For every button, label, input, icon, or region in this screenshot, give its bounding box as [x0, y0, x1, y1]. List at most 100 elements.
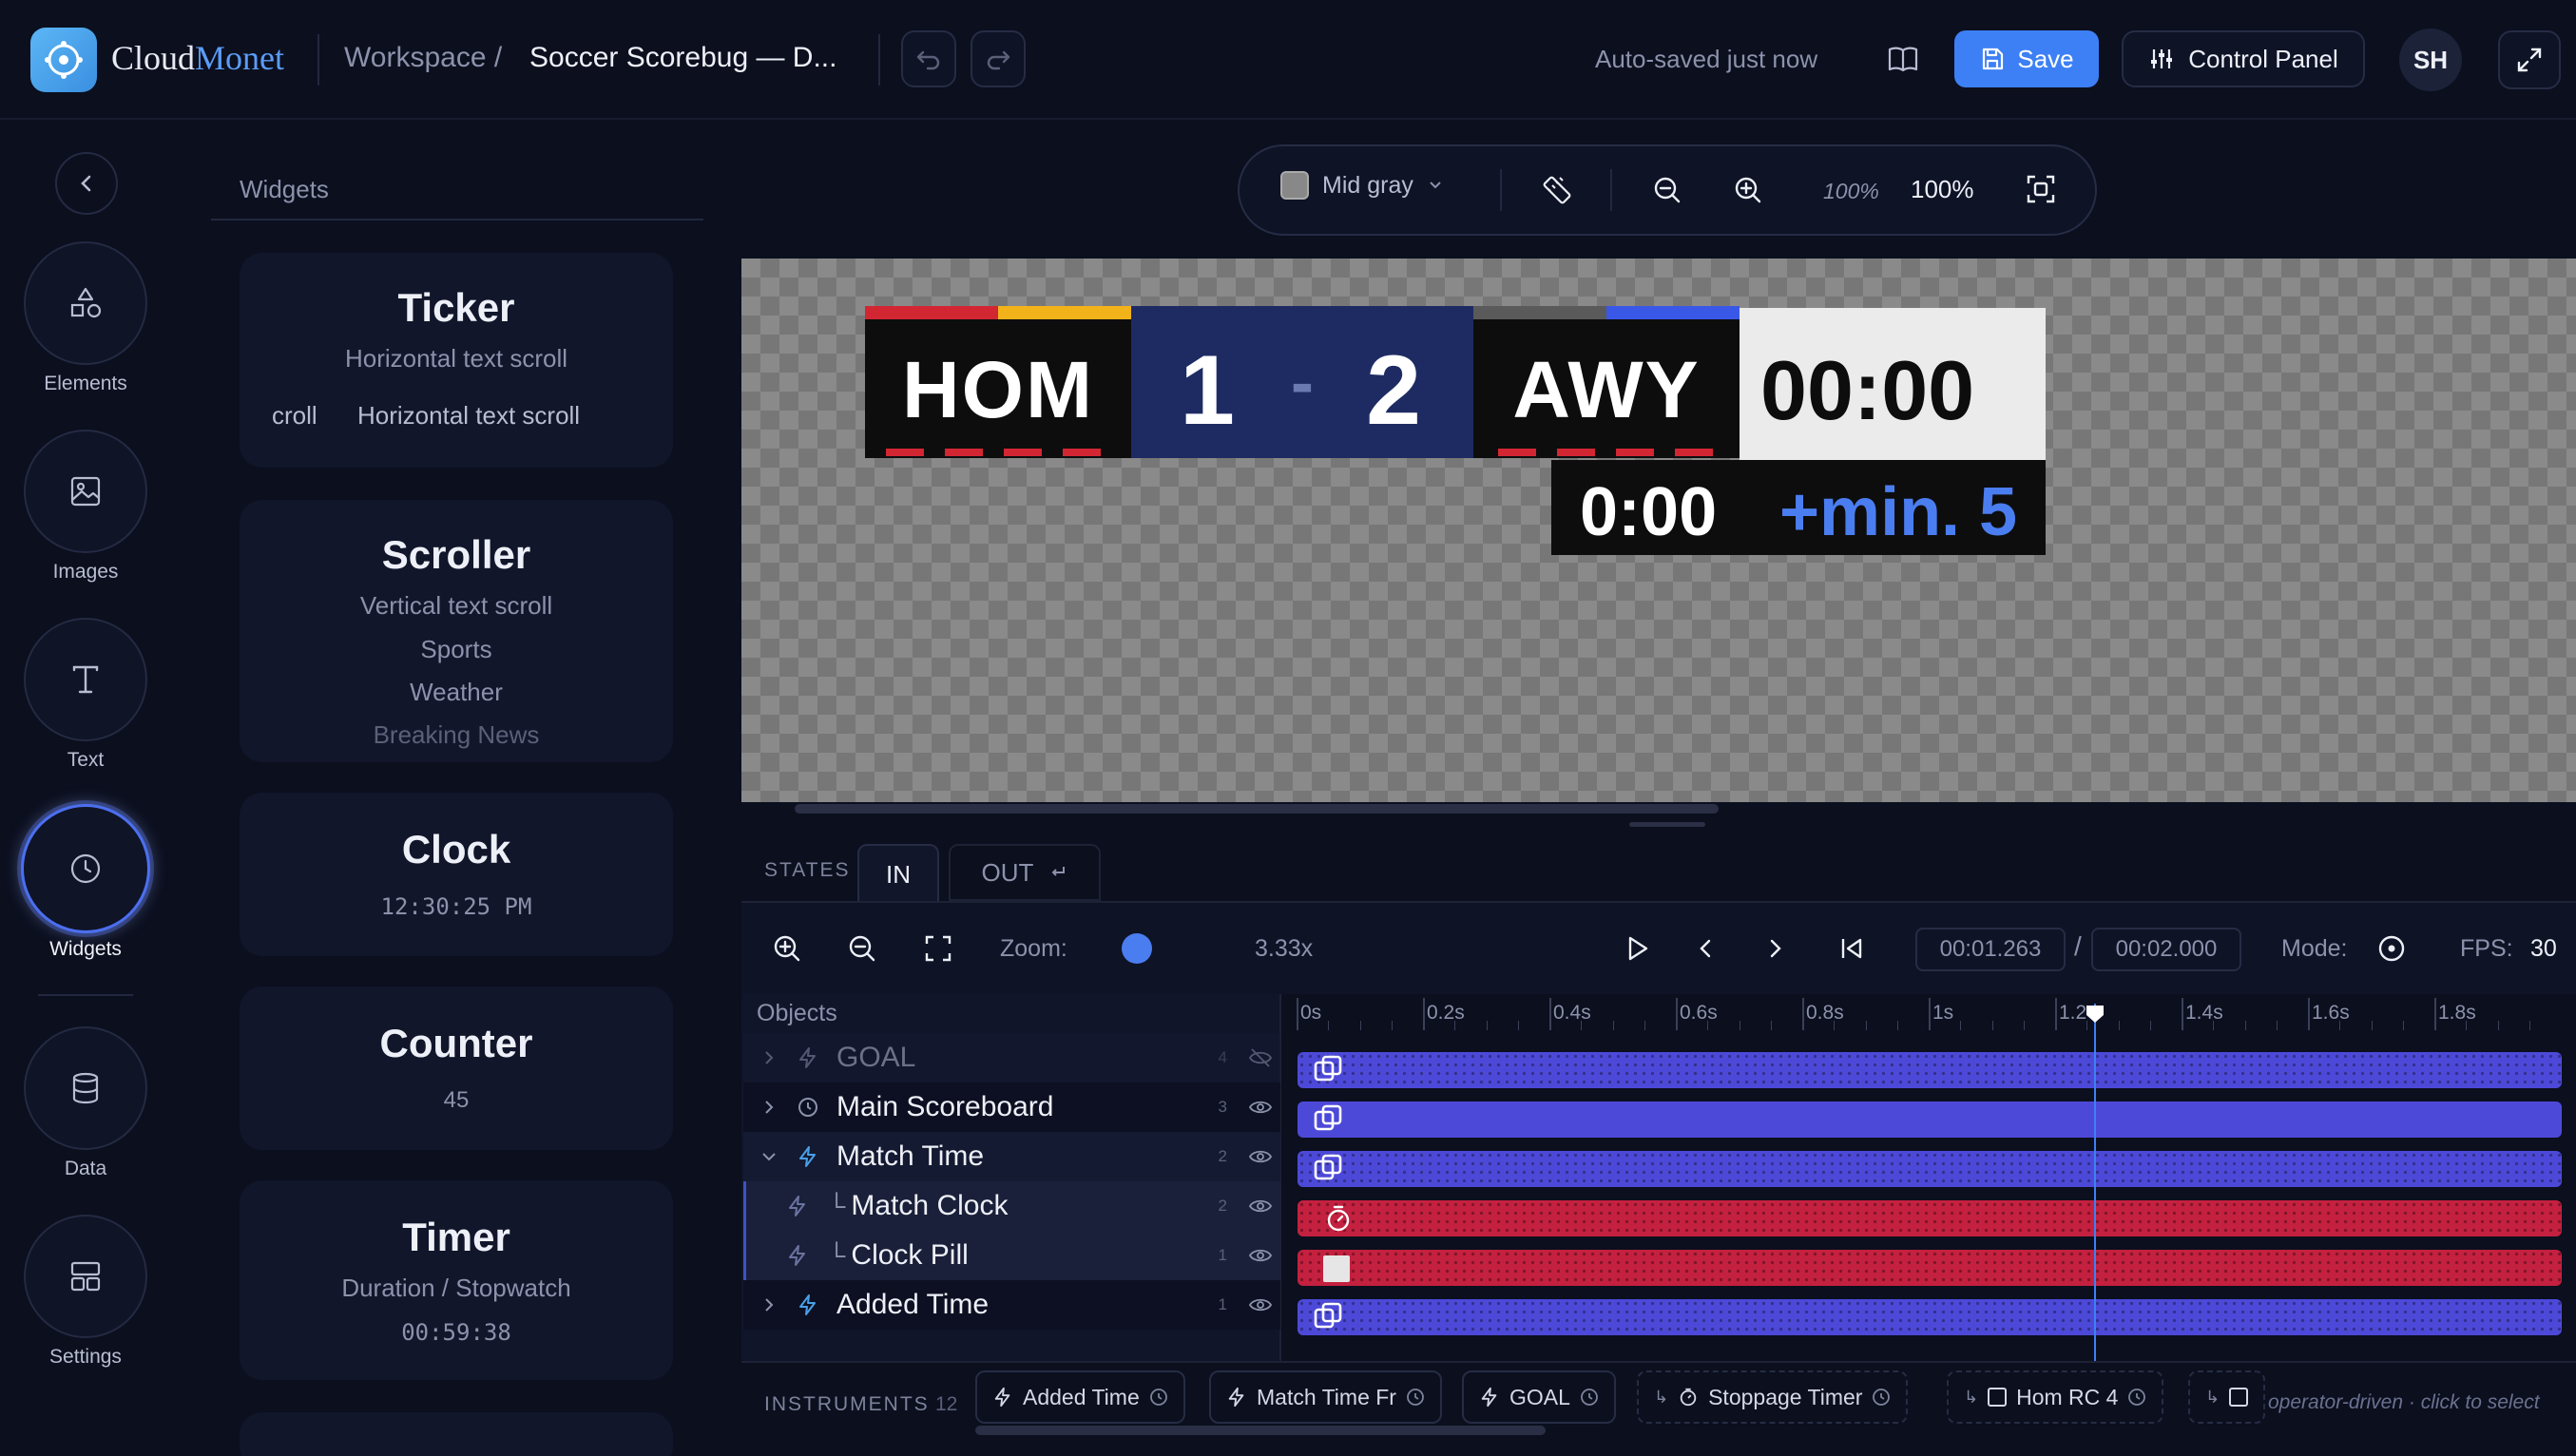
eye-icon[interactable] — [1248, 1145, 1273, 1168]
ruler-minor-tick — [1328, 1021, 1330, 1030]
rail-item-elements[interactable] — [24, 241, 147, 365]
next-frame-button[interactable] — [1760, 933, 1791, 964]
instrument-chip-partial[interactable]: ↳ — [2188, 1370, 2266, 1424]
instrument-chip-match-time[interactable]: Match Time Fr — [1209, 1370, 1442, 1424]
widget-card-clock[interactable]: Clock 12:30:25 PM — [240, 793, 673, 956]
scorebug[interactable]: HOM 1 - 2 AWY 00:00 0:00 +min. 5 — [865, 306, 2046, 555]
eye-off-icon[interactable] — [1248, 1046, 1273, 1069]
child-indicator: ↳ — [2205, 1387, 2220, 1407]
track-bar-main-scoreboard[interactable] — [1298, 1102, 2562, 1138]
track-bar-goal[interactable] — [1298, 1052, 2562, 1088]
ruler-button[interactable] — [1540, 173, 1574, 207]
track-bar-added-time[interactable] — [1298, 1299, 2562, 1335]
fullscreen-button[interactable] — [2498, 30, 2561, 89]
rail-item-data[interactable] — [24, 1026, 147, 1150]
layer-row-clock-pill[interactable]: └ Clock Pill 1 — [743, 1231, 1280, 1280]
tab-out[interactable]: OUT — [949, 844, 1101, 901]
instrument-chip-added-time[interactable]: Added Time — [975, 1370, 1185, 1424]
match-clock-panel[interactable]: 00:00 — [1740, 308, 2046, 460]
instrument-chip-hom-rc[interactable]: ↳ Hom RC 4 — [1947, 1370, 2164, 1424]
widget-card-counter[interactable]: Counter 45 — [240, 987, 673, 1150]
copy-keyframe-icon[interactable] — [1312, 1053, 1346, 1087]
instrument-name: Stoppage Timer — [1708, 1384, 1863, 1409]
timeline-zoom-slider[interactable] — [1122, 933, 1152, 964]
timeline-zoom-out-button[interactable] — [847, 933, 877, 964]
fps-value[interactable]: 30 — [2530, 935, 2557, 963]
layer-row-match-time[interactable]: Match Time 2 — [743, 1132, 1280, 1181]
mode-toggle[interactable] — [2376, 933, 2407, 964]
stopwatch-icon[interactable] — [1323, 1203, 1354, 1234]
playhead[interactable] — [2093, 1004, 2096, 1363]
zoom-preset[interactable]: 100% — [1823, 179, 1879, 204]
layer-row-main-scoreboard[interactable]: Main Scoreboard 3 — [743, 1082, 1280, 1132]
ruler-minor-tick — [1707, 1021, 1709, 1030]
control-panel-button[interactable]: Control Panel — [2122, 30, 2365, 87]
layer-row-added-time[interactable]: Added Time 1 — [743, 1280, 1280, 1330]
panel-resize-handle[interactable] — [1629, 822, 1705, 827]
eye-icon[interactable] — [1248, 1096, 1273, 1119]
instrument-chip-stoppage-timer[interactable]: ↳ Stoppage Timer — [1637, 1370, 1909, 1424]
save-button[interactable]: Save — [1954, 30, 2099, 87]
instruments-scrollbar[interactable] — [975, 1426, 1546, 1435]
avatar[interactable]: SH — [2399, 29, 2462, 91]
play-button[interactable] — [1622, 933, 1652, 964]
track-bar-clock-pill[interactable] — [1298, 1250, 2562, 1286]
home-color-bar-secondary — [998, 306, 1131, 319]
canvas-horizontal-scrollbar[interactable] — [795, 804, 1719, 814]
eye-icon[interactable] — [1248, 1195, 1273, 1217]
rail-collapse-button[interactable] — [55, 152, 118, 215]
eye-icon[interactable] — [1248, 1293, 1273, 1316]
tab-in[interactable]: IN — [857, 844, 939, 903]
playhead-handle-icon[interactable] — [2085, 1004, 2105, 1025]
redo-button[interactable] — [971, 30, 1026, 87]
widget-card-timer[interactable]: Timer Duration / Stopwatch 00:59:38 — [240, 1180, 673, 1380]
ruler-minor-tick — [2149, 1021, 2151, 1030]
app-logo-icon[interactable] — [30, 28, 97, 92]
track-bar-match-time[interactable] — [1298, 1151, 2562, 1187]
rail-item-text[interactable] — [24, 618, 147, 741]
copy-keyframe-icon[interactable] — [1312, 1152, 1346, 1186]
zoom-value[interactable]: 100% — [1911, 175, 1974, 204]
clock-icon — [1873, 1389, 1891, 1406]
zoom-out-button[interactable] — [1652, 175, 1682, 205]
copy-keyframe-icon[interactable] — [1312, 1102, 1346, 1137]
go-to-start-button[interactable] — [1836, 933, 1867, 964]
track-bar-match-clock[interactable] — [1298, 1200, 2562, 1236]
square-keyframe-icon[interactable] — [1323, 1255, 1350, 1282]
docs-button[interactable] — [1886, 42, 1920, 76]
timeline-fit-button[interactable] — [923, 933, 953, 964]
widget-card-ticker[interactable]: Ticker Horizontal text scroll croll Hori… — [240, 253, 673, 468]
widget-card-scroller[interactable]: Scroller Vertical text scroll Sports Wea… — [240, 500, 673, 762]
current-time-field[interactable]: 00:01.263 — [1915, 928, 2066, 971]
ruler-minor-tick — [2466, 1021, 2468, 1030]
widget-title: Ticker — [397, 285, 515, 330]
rail-item-images[interactable] — [24, 430, 147, 553]
brand-first: Cloud — [111, 39, 196, 77]
total-time-field[interactable]: 00:02.000 — [2091, 928, 2241, 971]
timeline-zoom-in-button[interactable] — [772, 933, 802, 964]
ruler-minor-tick — [1612, 1021, 1614, 1030]
undo-button[interactable] — [901, 30, 956, 87]
document-title[interactable]: Soccer Scorebug — D... — [529, 42, 836, 74]
home-team-panel[interactable]: HOM — [865, 319, 1131, 458]
instrument-chip-goal[interactable]: GOAL — [1462, 1370, 1616, 1424]
widget-card-partial[interactable] — [240, 1412, 673, 1456]
added-time-panel[interactable]: 0:00 +min. 5 — [1551, 460, 2046, 555]
layer-row-match-clock[interactable]: └ Match Clock 2 — [743, 1181, 1280, 1231]
lightning-icon — [994, 1387, 1010, 1408]
layer-row-goal[interactable]: GOAL 4 — [743, 1033, 1280, 1082]
rail-label-elements: Elements — [44, 373, 127, 394]
background-select[interactable]: Mid gray — [1280, 171, 1444, 200]
rail-item-widgets[interactable] — [21, 804, 150, 933]
breadcrumb-workspace[interactable]: Workspace / — [344, 42, 502, 74]
fit-screen-button[interactable] — [2025, 173, 2057, 205]
eye-icon[interactable] — [1248, 1244, 1273, 1267]
artboard[interactable]: HOM 1 - 2 AWY 00:00 0:00 +min. 5 — [741, 259, 2576, 802]
away-team-panel[interactable]: AWY — [1473, 319, 1740, 458]
copy-keyframe-icon[interactable] — [1312, 1300, 1346, 1334]
rail-item-settings[interactable] — [24, 1215, 147, 1338]
timeline-ruler[interactable]: 0s 0.2s 0.4s 0.6s 0.8s 1s 1.2 1.4s 1.6s 1.8s — [1281, 994, 2576, 1032]
score-panel[interactable]: 1 - 2 — [1131, 306, 1473, 458]
prev-frame-button[interactable] — [1690, 933, 1721, 964]
zoom-in-button[interactable] — [1733, 175, 1763, 205]
